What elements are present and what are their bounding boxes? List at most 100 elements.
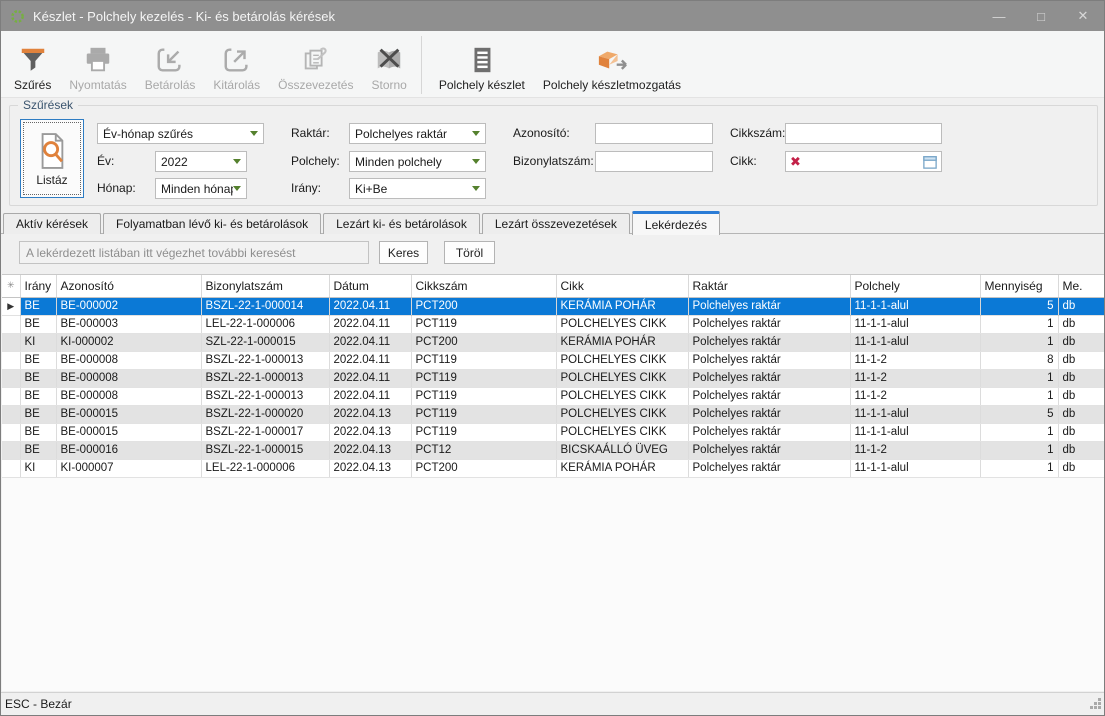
filter-funnel-icon bbox=[18, 42, 48, 78]
table-row[interactable]: KIKI-000002 SZL-22-1-0000152022.04.11 PC… bbox=[2, 333, 1105, 351]
minimize-button[interactable]: — bbox=[978, 1, 1020, 31]
box-arrow-out-icon bbox=[222, 42, 252, 78]
store-in-button: Betárolás bbox=[136, 34, 205, 94]
filters-groupbox: Szűrések Listáz Év-hónap szűrés Raktár: … bbox=[9, 105, 1098, 206]
cikk-label: Cikk: bbox=[730, 154, 757, 168]
chevron-down-icon bbox=[250, 131, 258, 136]
titlebar: Készlet - Polchely kezelés - Ki- és betá… bbox=[1, 1, 1104, 31]
honap-combo[interactable]: Minden hónap bbox=[155, 178, 247, 199]
close-button[interactable]: ✕ bbox=[1062, 1, 1104, 31]
chevron-down-icon bbox=[472, 131, 480, 136]
azonosito-input[interactable] bbox=[595, 123, 713, 144]
polchely-combo[interactable]: Minden polchely bbox=[349, 151, 486, 172]
honap-label: Hónap: bbox=[97, 181, 136, 195]
clear-search-button[interactable]: Töröl bbox=[444, 241, 495, 264]
column-header-me[interactable]: Me. bbox=[1058, 275, 1105, 297]
cikk-lookup-field[interactable]: ✖ bbox=[785, 151, 942, 172]
table-row[interactable]: BEBE-000008 BSZL-22-1-0000132022.04.11 P… bbox=[2, 369, 1105, 387]
merge-button-label: Összevezetés bbox=[278, 78, 353, 92]
box-arrow-in-icon bbox=[155, 42, 185, 78]
filter-button[interactable]: Szűrés bbox=[5, 34, 60, 94]
box-move-icon bbox=[594, 42, 630, 78]
chevron-down-icon bbox=[233, 159, 241, 164]
app-window: Készlet - Polchely kezelés - Ki- és betá… bbox=[0, 0, 1105, 716]
chevron-down-icon bbox=[233, 186, 241, 191]
window-title: Készlet - Polchely kezelés - Ki- és betá… bbox=[33, 9, 335, 24]
grid-header-row: ✳ Irány Azonosító Bizonylatszám Dátum Ci… bbox=[2, 275, 1105, 297]
azonosito-label: Azonosító: bbox=[513, 126, 570, 140]
bizonylatszam-label: Bizonylatszám: bbox=[513, 154, 594, 168]
store-out-button-label: Kitárolás bbox=[213, 78, 260, 92]
polchely-label: Polchely: bbox=[291, 154, 340, 168]
column-header-irany[interactable]: Irány bbox=[20, 275, 56, 297]
filters-group-label: Szűrések bbox=[18, 98, 78, 112]
shelf-stock-move-button-label: Polchely készletmozgatás bbox=[543, 78, 681, 92]
tab-lezart-osszevezetesek[interactable]: Lezárt összevezetések bbox=[482, 213, 630, 234]
status-bar: ESC - Bezár bbox=[1, 692, 1104, 715]
column-header-datum[interactable]: Dátum bbox=[329, 275, 411, 297]
printer-icon bbox=[83, 42, 113, 78]
toolbar-separator bbox=[421, 36, 422, 94]
table-row[interactable]: ▶ BEBE-000002 BSZL-22-1-0000142022.04.11… bbox=[2, 297, 1105, 315]
chevron-down-icon bbox=[472, 186, 480, 191]
column-header-polchely[interactable]: Polchely bbox=[850, 275, 980, 297]
column-header-cikk[interactable]: Cikk bbox=[556, 275, 688, 297]
tab-aktiv-keresek[interactable]: Aktív kérések bbox=[3, 213, 101, 234]
column-header-cikkszam[interactable]: Cikkszám bbox=[411, 275, 556, 297]
resize-grip[interactable] bbox=[1089, 697, 1102, 713]
chevron-down-icon bbox=[472, 159, 480, 164]
search-button[interactable]: Keres bbox=[379, 241, 428, 264]
store-out-button: Kitárolás bbox=[204, 34, 269, 94]
store-in-button-label: Betárolás bbox=[145, 78, 196, 92]
column-header-mennyiseg[interactable]: Mennyiség bbox=[980, 275, 1058, 297]
column-header-azonosito[interactable]: Azonosító bbox=[56, 275, 201, 297]
table-row[interactable]: BEBE-000008 BSZL-22-1-0000132022.04.11 P… bbox=[2, 351, 1105, 369]
list-button-label: Listáz bbox=[36, 173, 67, 187]
column-header-bizonylatszam[interactable]: Bizonylatszám bbox=[201, 275, 329, 297]
table-row[interactable]: BEBE-000008 BSZL-22-1-0000132022.04.11 P… bbox=[2, 387, 1105, 405]
selected-row-arrow-icon: ▶ bbox=[7, 301, 14, 311]
table-row[interactable]: BEBE-000003 LEL-22-1-0000062022.04.11 PC… bbox=[2, 315, 1105, 333]
document-magnifier-icon bbox=[36, 131, 68, 171]
ev-combo[interactable]: 2022 bbox=[155, 151, 247, 172]
tab-folyamatban-levo[interactable]: Folyamatban lévő ki- és betárolások bbox=[103, 213, 321, 234]
irany-combo[interactable]: Ki+Be bbox=[349, 178, 486, 199]
documents-paperclip-icon bbox=[301, 42, 331, 78]
table-row[interactable]: BEBE-000015 BSZL-22-1-0000202022.04.13 P… bbox=[2, 405, 1105, 423]
search-input[interactable] bbox=[19, 241, 369, 264]
table-row[interactable]: BEBE-000015 BSZL-22-1-0000172022.04.13 P… bbox=[2, 423, 1105, 441]
book-cross-icon bbox=[374, 42, 404, 78]
tab-strip: Aktív kérések Folyamatban lévő ki- és be… bbox=[3, 210, 1102, 234]
row-indicator-header: ✳ bbox=[2, 275, 20, 297]
stock-list-icon bbox=[467, 42, 497, 78]
shelf-stock-button[interactable]: Polchely készlet bbox=[430, 34, 534, 94]
bizonylatszam-input[interactable] bbox=[595, 151, 713, 172]
list-button[interactable]: Listáz bbox=[20, 119, 84, 198]
tab-lezart-ki-es-betarolasok[interactable]: Lezárt ki- és betárolások bbox=[323, 213, 480, 234]
shelf-stock-move-button[interactable]: Polchely készletmozgatás bbox=[534, 34, 690, 94]
toolbar: Szűrés Nyomtatás Betárolás Kitárolás Öss… bbox=[1, 31, 1104, 98]
app-icon bbox=[10, 9, 25, 24]
storno-button-label: Storno bbox=[371, 78, 406, 92]
storno-button: Storno bbox=[362, 34, 415, 94]
cikkszam-label: Cikkszám: bbox=[730, 126, 785, 140]
column-header-raktar[interactable]: Raktár bbox=[688, 275, 850, 297]
maximize-button[interactable]: □ bbox=[1020, 1, 1062, 31]
print-button: Nyomtatás bbox=[60, 34, 135, 94]
tab-lekerdezes[interactable]: Lekérdezés bbox=[632, 211, 720, 235]
data-grid: ✳ Irány Azonosító Bizonylatszám Dátum Ci… bbox=[2, 274, 1105, 691]
raktar-label: Raktár: bbox=[291, 126, 330, 140]
filter-button-label: Szűrés bbox=[14, 78, 51, 92]
shelf-stock-button-label: Polchely készlet bbox=[439, 78, 525, 92]
ev-label: Év: bbox=[97, 154, 114, 168]
irany-label: Irány: bbox=[291, 181, 321, 195]
period-filter-combo[interactable]: Év-hónap szűrés bbox=[97, 123, 264, 144]
cikkszam-input[interactable] bbox=[785, 123, 942, 144]
merge-button: Összevezetés bbox=[269, 34, 362, 94]
raktar-combo[interactable]: Polchelyes raktár bbox=[349, 123, 486, 144]
table-row[interactable]: KIKI-000007 LEL-22-1-0000062022.04.13 PC… bbox=[2, 459, 1105, 477]
table-row[interactable]: BEBE-000016 BSZL-22-1-0000152022.04.13 P… bbox=[2, 441, 1105, 459]
clear-cross-icon[interactable]: ✖ bbox=[790, 155, 801, 168]
calendar-picker-icon[interactable] bbox=[923, 155, 937, 169]
status-text: ESC - Bezár bbox=[5, 697, 72, 711]
